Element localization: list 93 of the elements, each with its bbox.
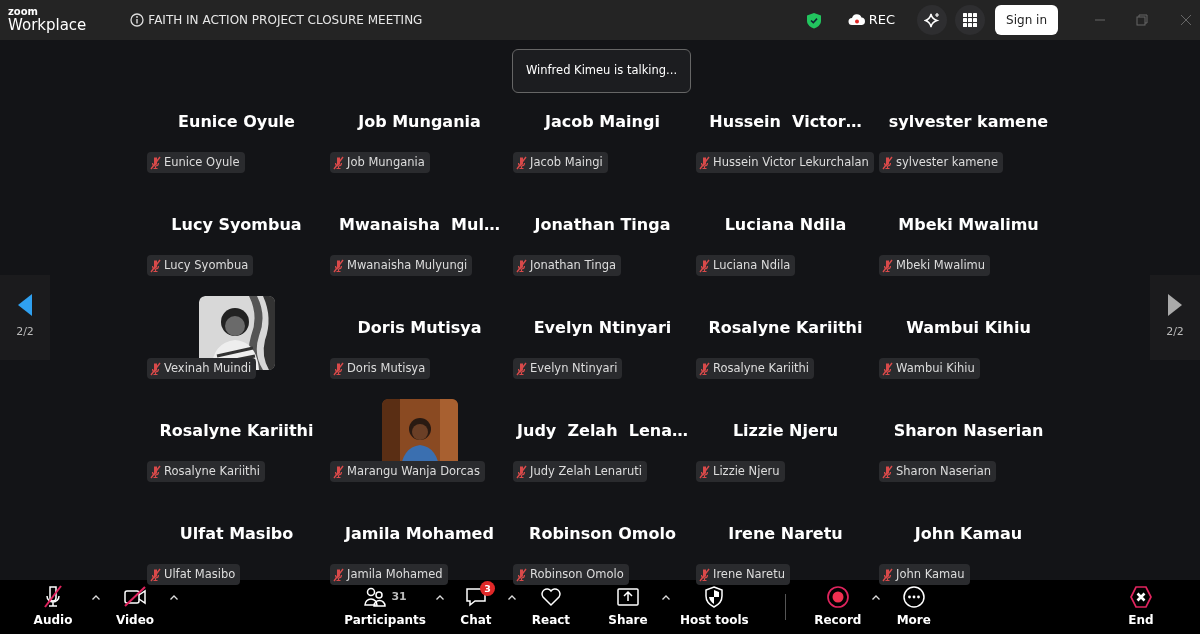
end-icon (1129, 585, 1153, 609)
participant-label: Eunice Oyule (164, 154, 240, 171)
participant-label: Judy Zelah Lenaruti (530, 463, 642, 480)
cloud-record-icon (847, 14, 866, 26)
participant-label: Jacob Maingi (530, 154, 603, 171)
people-icon (363, 585, 388, 609)
participant-label: Mbeki Mwalimu (896, 257, 986, 274)
right-arrow-icon (1168, 294, 1182, 317)
participant-label: Job Mungania (347, 154, 425, 171)
recording-label: REC (868, 11, 896, 30)
participant-name: Rosalyne Kariithi (708, 317, 863, 339)
participant-name: Mwanaisha Mul… (339, 214, 500, 236)
participant-label: Rosalyne Kariithi (164, 463, 261, 480)
page-indicator: 2/2 (16, 324, 34, 341)
share-button[interactable]: Share (597, 583, 658, 631)
logo-text: Workplace (8, 17, 87, 33)
previous-page-button[interactable]: 2/2 (0, 275, 50, 360)
participant-name: Luciana Ndila (724, 214, 847, 236)
chat-icon (463, 585, 488, 609)
more-icon (901, 585, 926, 609)
participant-label: Lucy Syombua (164, 257, 249, 274)
participant-label: Rosalyne Kariithi (713, 360, 810, 377)
participant-name: Sharon Naserian (893, 420, 1044, 442)
shield-icon[interactable] (805, 11, 822, 29)
chat-button[interactable]: 3 Chat (447, 583, 504, 631)
participant-name: Jacob Maingi (545, 111, 660, 133)
next-page-button[interactable]: 2/2 (1150, 275, 1200, 360)
participant-label: Ulfat Masibo (164, 566, 236, 583)
caret-icon (661, 594, 670, 600)
end-button[interactable]: End (1116, 583, 1166, 631)
participant-label: John Kamau (896, 566, 965, 583)
participant-count: 31 (391, 588, 407, 605)
close-icon[interactable] (1180, 14, 1192, 26)
heart-icon (538, 585, 563, 609)
more-button[interactable]: More (883, 583, 944, 631)
sign-in-button[interactable]: Sign in (995, 5, 1058, 35)
participant-label: Irene Naretu (713, 566, 785, 583)
participant-name: Lucy Syombua (171, 214, 302, 236)
participant-name: Hussein Victor… (709, 111, 862, 133)
participant-name: Jamila Mohamed (345, 523, 494, 545)
participant-label: Vexinah Muindi (164, 360, 252, 377)
caret-icon (92, 594, 100, 600)
caret-icon (871, 594, 880, 600)
sparkle-icon (924, 12, 941, 28)
ai-button[interactable] (917, 5, 948, 35)
participant-name: Wambui Kihiu (906, 317, 1031, 339)
participant-name: John Kamau (914, 523, 1023, 545)
share-screen-icon (615, 585, 640, 609)
participant-label: Doris Mutisya (347, 360, 426, 377)
participant-label: Wambui Kihiu (896, 360, 975, 377)
participant-name: Ulfat Masibo (179, 523, 294, 545)
grid-icon (963, 13, 978, 27)
participant-label: Sharon Naserian (896, 463, 992, 480)
participant-name: Eunice Oyule (178, 111, 295, 133)
record-icon (825, 585, 850, 609)
participant-name: Evelyn Ntinyari (533, 317, 672, 339)
video-button[interactable]: Video (104, 583, 166, 631)
react-button[interactable]: React (519, 583, 582, 631)
audio-button[interactable]: Audio (18, 583, 88, 631)
participant-label: Luciana Ndila (713, 257, 791, 274)
participant-name: Irene Naretu (728, 523, 843, 545)
caret-icon (435, 594, 444, 600)
left-arrow-icon (18, 294, 32, 317)
participant-name: sylvester kamene (888, 111, 1049, 133)
page-indicator: 2/2 (1166, 324, 1184, 341)
participant-label: Mwanaisha Mulyungi (347, 257, 468, 274)
participant-label: Marangu Wanja Dorcas (347, 463, 480, 480)
caret-icon (507, 594, 516, 600)
record-button[interactable]: Record (807, 583, 868, 631)
apps-button[interactable] (955, 5, 986, 35)
meeting-title: FAITH IN ACTION PROJECT CLOSURE MEETING (148, 12, 423, 29)
host-button[interactable]: Host tools (673, 583, 755, 631)
participant-name: Doris Mutisya (357, 317, 482, 339)
logo-text: zoom (8, 7, 39, 17)
participant-label: Lizzie Njeru (713, 463, 780, 480)
participant-name: Job Mungania (358, 111, 481, 133)
participant-name: Jonathan Tinga (534, 214, 671, 236)
info-icon[interactable] (130, 13, 145, 27)
participant-name: Robinson Omolo (529, 523, 676, 545)
participant-name: Lizzie Njeru (732, 420, 839, 442)
participant-name: Judy Zelah Lena… (517, 420, 688, 442)
notification-badge: 3 (479, 581, 495, 596)
participant-label: Hussein Victor Lekurchalan (713, 154, 869, 171)
participant-label: Jamila Mohamed (347, 566, 443, 583)
participant-label: Robinson Omolo (530, 566, 624, 583)
participant-label: Jonathan Tinga (530, 257, 617, 274)
participants-button[interactable]: 31 Participants (338, 583, 432, 631)
participant-name: Mbeki Mwalimu (898, 214, 1039, 236)
participant-label: sylvester kamene (896, 154, 998, 171)
participant-name: Rosalyne Kariithi (159, 420, 314, 442)
talking-notification: Winfred Kimeu is talking... (512, 49, 691, 93)
caret-icon (170, 594, 178, 600)
participant-label: Evelyn Ntinyari (530, 360, 618, 377)
